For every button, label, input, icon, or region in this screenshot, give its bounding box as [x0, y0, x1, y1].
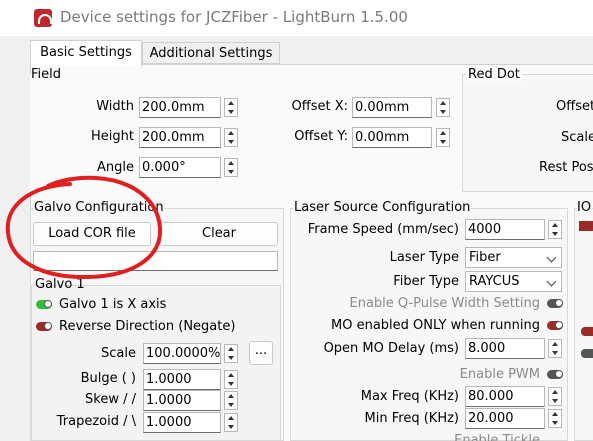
field-group-label: Field — [31, 67, 62, 82]
bulge-label: Bulge ( ) — [80, 371, 136, 386]
max-freq-input[interactable]: 80.000 — [465, 386, 545, 407]
angle-input[interactable]: 0.000° — [139, 157, 221, 178]
galvo1-x-axis-label: Galvo 1 is X axis — [59, 297, 167, 312]
galvo1-label: Galvo 1 — [35, 277, 85, 292]
width-spin-icon[interactable] — [224, 98, 238, 117]
scale-input[interactable]: 100.0000% — [143, 343, 221, 364]
chevron-down-icon — [546, 276, 557, 287]
enable-pwm-label: Enable PWM — [459, 367, 540, 382]
laser-type-label: Laser Type — [389, 250, 459, 265]
io-toggle-icon[interactable] — [581, 349, 593, 358]
height-input[interactable]: 200.0mm — [139, 127, 221, 148]
skew-input[interactable]: 1.0000 — [143, 390, 221, 411]
offset-x-spin-icon[interactable] — [436, 98, 450, 117]
trapezoid-spin-icon[interactable] — [224, 413, 238, 432]
width-label: Width — [96, 99, 134, 114]
red-dot-group-label: Red Dot — [466, 67, 522, 82]
min-freq-input[interactable]: 20.000 — [465, 408, 545, 429]
skew-spin-icon[interactable] — [224, 391, 238, 410]
min-freq-label: Min Freq (KHz) — [364, 411, 459, 426]
clear-button[interactable]: Clear — [160, 222, 278, 246]
tab-additional-settings[interactable]: Additional Settings — [142, 42, 280, 64]
window-title: Device settings for JCZFiber - LightBurn… — [60, 8, 408, 26]
angle-spin-icon[interactable] — [224, 158, 238, 177]
offset-y-input[interactable]: 0.00mm — [352, 127, 432, 148]
trapezoid-input[interactable]: 1.0000 — [143, 412, 221, 433]
frame-speed-label: Frame Speed (mm/sec) — [307, 222, 459, 237]
red-dot-rest-pos-label: Rest Pos — [539, 160, 593, 175]
offset-x-label: Offset X: — [291, 99, 348, 114]
io-group — [574, 208, 593, 441]
open-mo-delay-input[interactable]: 8.000 — [465, 338, 545, 359]
fiber-type-label: Fiber Type — [393, 274, 459, 289]
qpulse-toggle-icon[interactable] — [547, 299, 563, 308]
chevron-down-icon — [546, 252, 557, 263]
laser-type-value: Fiber — [469, 250, 501, 265]
fiber-type-select[interactable]: RAYCUS — [465, 271, 562, 292]
open-mo-delay-spin-icon[interactable] — [548, 339, 562, 358]
height-label: Height — [91, 129, 134, 144]
reverse-direction-toggle-icon[interactable] — [36, 322, 52, 331]
red-dot-scale-label: Scale — [561, 130, 593, 145]
bulge-input[interactable]: 1.0000 — [143, 369, 221, 390]
cor-file-path-input[interactable] — [33, 251, 278, 271]
galvo1-x-axis-toggle-icon[interactable] — [36, 300, 52, 309]
offset-y-spin-icon[interactable] — [436, 128, 450, 147]
height-spin-icon[interactable] — [224, 128, 238, 147]
frame-speed-input[interactable]: 4000 — [465, 219, 545, 240]
io-toggle-icon[interactable] — [581, 327, 593, 336]
offset-y-label: Offset Y: — [294, 129, 348, 144]
angle-label: Angle — [97, 160, 134, 175]
max-freq-spin-icon[interactable] — [548, 387, 562, 406]
trapezoid-label: Trapezoid / \ — [56, 414, 136, 429]
scale-more-button[interactable]: ... — [249, 341, 273, 365]
scale-spin-icon[interactable] — [224, 344, 238, 363]
enable-pwm-toggle-icon[interactable] — [547, 370, 563, 379]
red-dot-offset-label: Offset — [556, 99, 593, 114]
width-input[interactable]: 200.0mm — [139, 97, 221, 118]
mo-enabled-toggle-icon[interactable] — [547, 321, 563, 330]
max-freq-label: Max Freq (KHz) — [360, 389, 459, 404]
laser-type-select[interactable]: Fiber — [465, 247, 562, 268]
reverse-direction-label: Reverse Direction (Negate) — [59, 319, 236, 334]
qpulse-label: Enable Q-Pulse Width Setting — [349, 296, 540, 311]
io-group-label: IO — [577, 200, 592, 215]
bulge-spin-icon[interactable] — [224, 370, 238, 389]
app-logo-icon — [34, 9, 52, 27]
frame-speed-spin-icon[interactable] — [548, 220, 562, 239]
mo-enabled-label: MO enabled ONLY when running — [331, 318, 540, 333]
laser-source-label: Laser Source Configuration — [293, 200, 472, 215]
min-freq-spin-icon[interactable] — [548, 409, 562, 428]
scale-label: Scale — [101, 346, 136, 361]
io-indicator-icon — [579, 221, 593, 231]
galvo-config-label: Galvo Configuration — [33, 200, 165, 215]
enable-tickle-label: Enable Tickle — [454, 433, 540, 441]
tab-basic-settings[interactable]: Basic Settings — [30, 40, 142, 66]
skew-label: Skew / / — [85, 392, 136, 407]
fiber-type-value: RAYCUS — [469, 274, 520, 289]
open-mo-delay-label: Open MO Delay (ms) — [323, 341, 459, 356]
load-cor-file-button[interactable]: Load COR file — [33, 222, 151, 246]
offset-x-input[interactable]: 0.00mm — [352, 97, 432, 118]
